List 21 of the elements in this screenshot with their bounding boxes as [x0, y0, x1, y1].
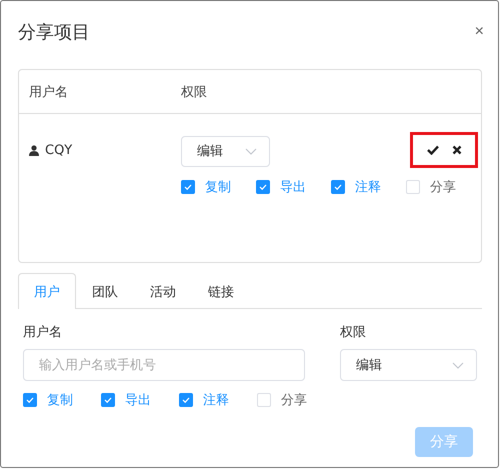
permission-select[interactable]: 编辑: [340, 349, 477, 381]
field-label: 用户名: [23, 324, 63, 341]
checkbox-label: 复制: [205, 179, 231, 196]
checkbox-label: 导出: [125, 392, 151, 409]
checkbox-label: 注释: [203, 392, 229, 409]
tab[interactable]: 活动: [134, 273, 192, 309]
field-label: 权限: [340, 324, 367, 341]
tab[interactable]: 链接: [192, 273, 250, 309]
tab[interactable]: 团队: [76, 273, 134, 309]
username-field[interactable]: 输入用户名或手机号: [23, 349, 305, 381]
checkbox-label: 分享: [281, 392, 307, 409]
user-name: CQY: [45, 142, 72, 158]
column-header: 用户名: [28, 84, 69, 100]
permission-select[interactable]: 编辑: [181, 136, 270, 166]
checkbox-label: 分享: [430, 179, 456, 196]
checkbox-label: 导出: [280, 179, 306, 196]
column-header: 权限: [181, 84, 207, 100]
checkbox-label: 复制: [47, 392, 73, 409]
close-button[interactable]: ×: [474, 23, 484, 41]
checkbox-label: 注释: [355, 179, 381, 196]
dialog-title: 分享项目: [18, 21, 90, 44]
